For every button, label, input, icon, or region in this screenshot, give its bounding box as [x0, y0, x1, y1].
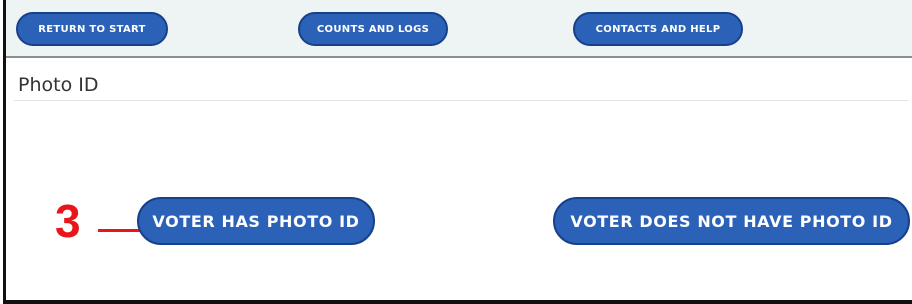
counts-and-logs-button[interactable]: COUNTS AND LOGS — [298, 12, 448, 46]
step-number-annotation: 3 — [55, 195, 81, 247]
section-divider — [14, 100, 908, 101]
voter-no-photo-id-button[interactable]: VOTER DOES NOT HAVE PHOTO ID — [553, 197, 910, 245]
window-left-border — [3, 0, 6, 304]
top-nav-bar: RETURN TO START COUNTS AND LOGS CONTACTS… — [6, 0, 912, 58]
window-bottom-border — [3, 300, 912, 304]
contacts-and-help-button[interactable]: CONTACTS AND HELP — [573, 12, 743, 46]
voter-has-photo-id-button[interactable]: VOTER HAS PHOTO ID — [137, 197, 375, 245]
app-window: RETURN TO START COUNTS AND LOGS CONTACTS… — [0, 0, 912, 304]
section-title: Photo ID — [18, 74, 99, 96]
step-pointer-line — [98, 229, 140, 232]
return-to-start-button[interactable]: RETURN TO START — [16, 12, 168, 46]
